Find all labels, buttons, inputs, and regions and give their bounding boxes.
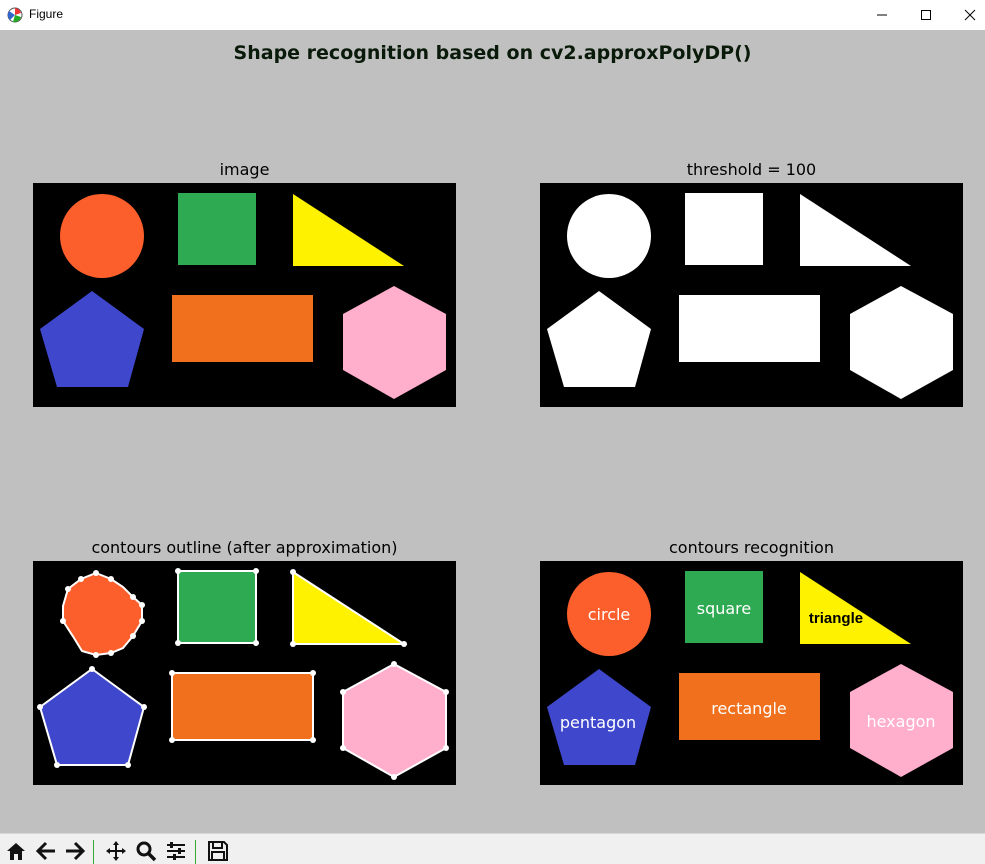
label-triangle: triangle	[809, 610, 863, 627]
label-circle: circle	[588, 605, 631, 624]
hexagon-shape	[343, 286, 446, 399]
circle-shape	[60, 194, 144, 278]
hexagon-contour	[342, 662, 447, 779]
hexagon-mask	[850, 286, 953, 399]
figure-suptitle: Shape recognition based on cv2.approxPol…	[233, 42, 752, 64]
zoom-icon	[136, 841, 157, 862]
back-icon	[35, 841, 55, 861]
navigation-toolbar	[0, 833, 985, 864]
figure-canvas[interactable]: Shape recognition based on cv2.approxPol…	[0, 30, 985, 833]
panel-image-title: image	[219, 160, 270, 179]
panel-recognition: circle square triangle pentagon rectangl…	[540, 561, 963, 785]
pan-icon	[106, 841, 126, 861]
pentagon-contour	[38, 667, 146, 766]
toolbar-separator	[195, 840, 196, 864]
label-pentagon: pentagon	[560, 713, 636, 732]
panel-image	[33, 183, 456, 407]
panel-recognition-title: contours recognition	[669, 538, 834, 557]
save-button[interactable]	[205, 838, 231, 864]
close-icon	[964, 9, 976, 21]
circle-contour	[62, 571, 143, 657]
square-shape	[178, 193, 256, 265]
matplotlib-icon	[7, 7, 23, 23]
zoom-button[interactable]	[133, 838, 159, 864]
minimize-icon	[877, 14, 887, 16]
rectangle-mask	[679, 295, 820, 362]
configure-subplots-icon	[167, 842, 185, 860]
panel-outline-title: contours outline (after approximation)	[91, 538, 398, 557]
rectangle-contour	[171, 672, 314, 741]
panel-outline	[33, 561, 456, 785]
pan-button[interactable]	[103, 838, 129, 864]
label-hexagon: hexagon	[866, 712, 935, 731]
rectangle-shape	[172, 295, 313, 362]
configure-subplots-button[interactable]	[163, 838, 189, 864]
home-icon	[7, 843, 25, 860]
label-square: square	[697, 599, 752, 618]
label-rectangle: rectangle	[711, 699, 787, 718]
forward-icon	[66, 841, 86, 861]
panel-outline-plot	[37, 568, 449, 780]
panel-recognition-plot: circle square triangle pentagon rectangl…	[547, 571, 953, 777]
minimize-button[interactable]	[859, 0, 905, 30]
save-icon	[208, 841, 228, 861]
triangle-mask	[800, 194, 911, 266]
circle-mask	[567, 194, 651, 278]
home-button[interactable]	[3, 838, 29, 864]
panel-threshold-title: threshold = 100	[686, 160, 817, 179]
pentagon-shape	[40, 291, 144, 387]
square-mask	[685, 193, 763, 265]
triangle-shape	[800, 572, 911, 644]
back-button[interactable]	[33, 838, 59, 864]
forward-button[interactable]	[62, 838, 88, 864]
panel-threshold-plot	[547, 193, 953, 399]
toolbar-separator	[93, 840, 94, 864]
close-button[interactable]	[947, 0, 985, 30]
panel-image-plot	[40, 193, 446, 399]
maximize-icon	[921, 10, 931, 20]
pentagon-mask	[547, 291, 651, 387]
panel-threshold	[540, 183, 963, 407]
triangle-contour	[292, 570, 408, 645]
window-title: Figure	[29, 7, 64, 21]
maximize-button[interactable]	[903, 0, 949, 30]
window-titlebar: Figure	[0, 0, 985, 30]
triangle-shape	[293, 194, 404, 266]
square-contour	[177, 570, 257, 644]
